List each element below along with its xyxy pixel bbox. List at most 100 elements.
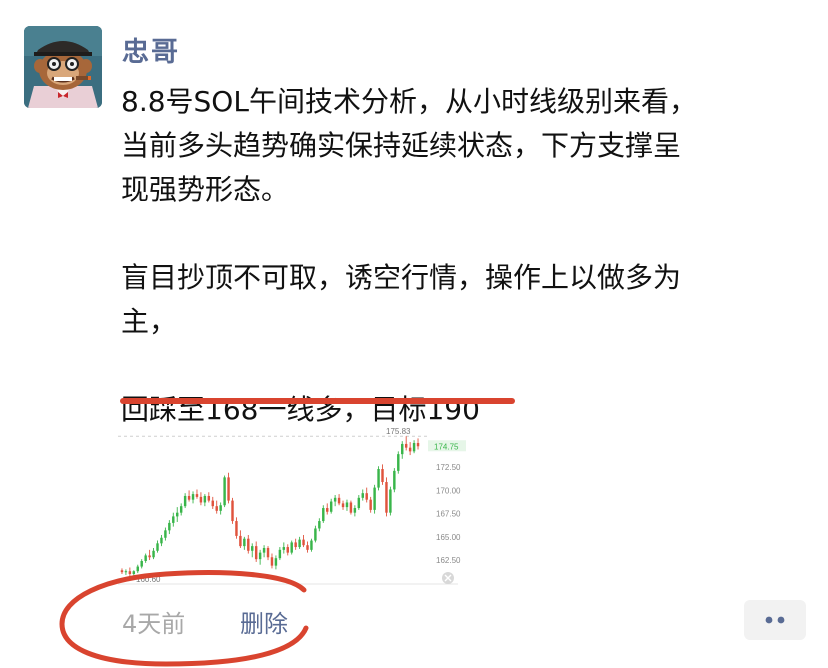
candle-body [337,497,341,504]
post-text-line: 现强势形态。 [121,173,290,206]
candle-body [274,558,278,566]
candle-body [195,494,199,497]
delete-button[interactable]: 删除 [240,604,288,639]
candle-body [168,522,171,531]
red-underline-annotation [120,398,515,404]
candle-body [164,530,167,538]
post-text-line: 主， [121,305,178,338]
candle-body [223,477,226,506]
candle-body [416,443,420,447]
candle-body [385,482,388,513]
candle-body [294,542,297,548]
candle-body [231,500,234,522]
candle-body [140,560,143,567]
candle-body [302,539,305,546]
candle-body [120,570,124,573]
post-text-line: 8.8号SOL午间技术分析，从小时线级别来看， [121,85,697,118]
candlestick-chart: 175.00172.50170.00167.50165.00162.50175.… [118,427,466,585]
author-name[interactable]: 忠哥 [122,30,180,69]
low-price-label: 160.60 [136,575,161,584]
candle-body [254,546,258,560]
candle-body [128,571,132,574]
candle-body [199,496,203,503]
candle-body [369,499,372,510]
candle-body [341,503,345,508]
candle-body [306,545,309,550]
y-tick-label: 170.00 [436,486,461,495]
candle-body [207,495,211,501]
candle-body [361,493,364,498]
candle-body [258,552,262,560]
candle-body [314,528,317,541]
candle-body [243,538,246,547]
candle-body [322,508,325,522]
candle-body [401,443,404,455]
candle-body [235,521,238,536]
candle-body [191,494,195,500]
candle-body [389,489,392,513]
more-dots-icon [765,616,785,624]
candle-body [349,502,353,513]
candle-body [365,493,368,500]
candle-body [412,443,416,452]
post-content: 8.8号SOL午间技术分析，从小时线级别来看， 当前多头趋势确实保持延续状态，下… [121,80,781,432]
candle-body [357,497,361,509]
post-image-chart[interactable]: 175.00172.50170.00167.50165.00162.50175.… [118,424,470,592]
candle-body [266,547,270,558]
candle-body [326,508,329,512]
candle-body [282,547,286,550]
candle-body [393,470,396,490]
post-time: 4天前 [122,610,186,638]
y-tick-label: 162.50 [436,556,461,565]
candle-body [152,550,155,558]
candle-body [239,535,242,547]
candle-body [176,512,179,517]
candle-body [251,546,254,551]
candle-body [203,495,207,503]
candle-body [132,571,136,574]
candle-body [270,557,274,566]
post-text-line: 盲目抄顶不可取，诱空行情，操作上以做多为 [121,261,682,294]
candle-body [148,555,151,558]
y-tick-label: 172.50 [436,463,461,472]
candle-body [397,454,400,471]
candle-body [377,469,380,488]
candle-body [353,508,357,513]
avatar[interactable] [24,26,102,108]
candle-body [286,547,289,553]
more-button[interactable] [744,600,806,640]
candle-body [136,566,139,572]
candle-body [404,443,408,448]
candle-body [345,502,349,508]
candle-body [172,516,175,523]
avatar-ape-image [24,26,102,108]
candle-body [298,539,301,548]
y-tick-label: 165.00 [436,533,461,542]
candle-body [144,555,147,561]
candle-body [211,500,214,507]
candle-body [215,506,218,511]
candle-body [278,549,282,559]
candle-body [333,497,337,502]
candle-body [179,506,183,513]
y-tick-label: 167.50 [436,510,461,519]
candle-body [227,477,230,501]
candle-body [290,542,293,553]
candle-body [373,487,376,510]
high-price-label: 175.83 [386,427,411,436]
candle-body [219,505,222,511]
candle-body [262,547,266,553]
candle-body [329,501,333,512]
candle-body [247,538,250,551]
candle-body [160,537,163,544]
candle-body [381,469,384,483]
last-price-label: 174.75 [434,442,459,451]
candle-body [156,543,159,551]
candle-body [187,495,191,500]
candle-body [318,521,321,529]
candle-body [310,540,313,550]
candle-body [183,495,187,507]
candle-body [408,447,412,452]
